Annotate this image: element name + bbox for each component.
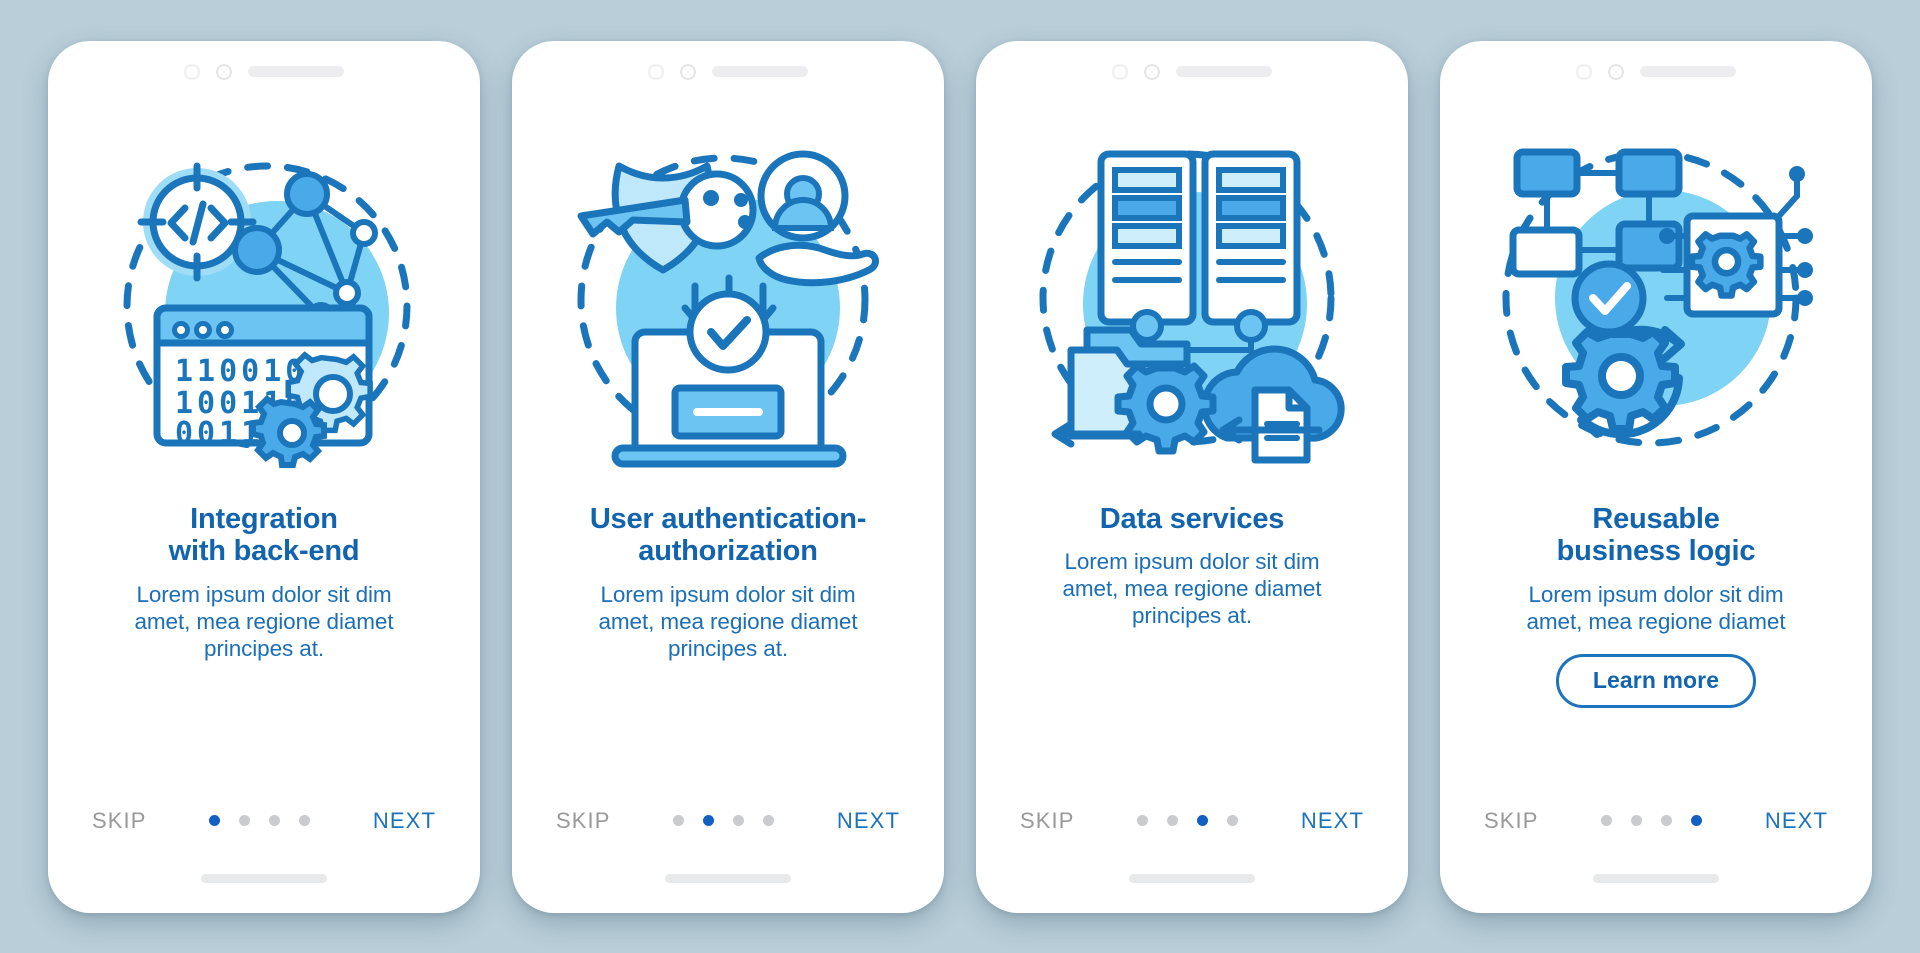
copy-block-authentication: User authentication- authorization Lorem… (512, 503, 944, 663)
camera-dot-icon (1576, 63, 1592, 80)
title-line: authorization (638, 535, 818, 568)
illustration-integration-with-back-end: 110010 100110 00111 (48, 103, 480, 503)
pagination-dot-4[interactable] (1691, 815, 1703, 826)
sensor-dot-icon (216, 63, 232, 80)
pagination-dot-1[interactable] (1137, 815, 1149, 826)
illustration-data-services (976, 103, 1408, 503)
speaker-bar-icon (712, 66, 808, 77)
description-line: amet, mea regione diamet (598, 608, 858, 634)
description-line: Lorem ipsum dolor sit dim (1064, 549, 1320, 575)
onboarding-nav: SKIP NEXT (48, 808, 480, 834)
pagination-dots (209, 815, 311, 826)
pagination-dot-3[interactable] (269, 815, 281, 826)
pagination-dots (1137, 815, 1239, 826)
description-line: amet, mea regione diamet (1062, 576, 1322, 602)
description-line: amet, mea regione diamet (134, 608, 394, 634)
pagination-dot-2[interactable] (703, 815, 715, 826)
phone-screen-authentication: User authentication- authorization Lorem… (512, 40, 944, 913)
pagination-dot-2[interactable] (1167, 815, 1179, 826)
phone-notch (1440, 41, 1872, 103)
next-button[interactable]: NEXT (1301, 808, 1364, 834)
next-button[interactable]: NEXT (837, 808, 900, 834)
skip-button[interactable]: SKIP (1484, 808, 1539, 834)
phone-notch (976, 41, 1408, 103)
pagination-dots (673, 815, 775, 826)
pagination-dot-1[interactable] (673, 815, 685, 826)
page-description: Lorem ipsum dolor sit dim amet, mea regi… (74, 582, 454, 662)
skip-button[interactable]: SKIP (92, 808, 147, 834)
pagination-dot-1[interactable] (209, 815, 221, 826)
pagination-dot-3[interactable] (1661, 815, 1673, 826)
page-description: Lorem ipsum dolor sit dim amet, mea regi… (538, 582, 918, 662)
copy-block-business-logic: Reusable business logic Lorem ipsum dolo… (1440, 503, 1872, 708)
onboarding-nav: SKIP NEXT (512, 808, 944, 834)
description-line: Lorem ipsum dolor sit dim (600, 582, 856, 608)
page-title: Data services (1002, 503, 1382, 536)
onboarding-nav: SKIP NEXT (976, 808, 1408, 834)
onboarding-screens-board: 110010 100110 00111 Integration with bac… (0, 0, 1920, 953)
description-line: principes at. (203, 635, 324, 661)
next-button[interactable]: NEXT (373, 808, 436, 834)
phone-notch (48, 41, 480, 103)
title-line: Reusable (1592, 502, 1720, 535)
camera-dot-icon (1112, 63, 1128, 80)
phone-screen-data-services: Data services Lorem ipsum dolor sit dim … (976, 40, 1408, 913)
page-description: Lorem ipsum dolor sit dim amet, mea regi… (1002, 549, 1382, 629)
skip-button[interactable]: SKIP (556, 808, 611, 834)
description-line: Lorem ipsum dolor sit dim (1528, 582, 1784, 608)
cta-wrapper: Learn more (1466, 653, 1846, 708)
copy-block-data-services: Data services Lorem ipsum dolor sit dim … (976, 503, 1408, 630)
title-line: business logic (1556, 535, 1756, 568)
page-title: Integration with back-end (74, 503, 454, 569)
home-indicator-bar (201, 873, 327, 883)
onboarding-nav: SKIP NEXT (1440, 808, 1872, 834)
speaker-bar-icon (1640, 66, 1736, 77)
description-line: principes at. (1131, 602, 1252, 628)
speaker-bar-icon (1176, 66, 1272, 77)
pagination-dot-4[interactable] (763, 815, 775, 826)
learn-more-button[interactable]: Learn more (1555, 653, 1757, 708)
pagination-dot-2[interactable] (1631, 815, 1643, 826)
page-title: User authentication- authorization (538, 503, 918, 569)
pagination-dot-3[interactable] (733, 815, 745, 826)
camera-dot-icon (184, 63, 200, 80)
pagination-dot-4[interactable] (1227, 815, 1239, 826)
phone-screen-business-logic: Reusable business logic Lorem ipsum dolo… (1440, 40, 1872, 913)
title-line: with back-end (168, 535, 360, 568)
description-line: principes at. (667, 635, 788, 661)
illustration-reusable-business-logic (1440, 103, 1872, 503)
camera-dot-icon (648, 63, 664, 80)
title-line: User authentication- (589, 502, 867, 535)
description-line: amet, mea regione diamet (1526, 608, 1786, 634)
page-title: Reusable business logic (1466, 503, 1846, 569)
skip-button[interactable]: SKIP (1020, 808, 1075, 834)
pagination-dot-3[interactable] (1197, 815, 1209, 826)
title-line: Integration (190, 502, 338, 535)
page-description: Lorem ipsum dolor sit dim amet, mea regi… (1466, 582, 1846, 636)
next-button[interactable]: NEXT (1765, 808, 1828, 834)
phone-notch (512, 41, 944, 103)
home-indicator-bar (1593, 873, 1719, 883)
illustration-user-authentication (512, 103, 944, 503)
pagination-dot-1[interactable] (1601, 815, 1613, 826)
title-line: Data services (1099, 502, 1285, 535)
sensor-dot-icon (1608, 63, 1624, 80)
pagination-dot-2[interactable] (239, 815, 251, 826)
description-line: Lorem ipsum dolor sit dim (136, 582, 392, 608)
pagination-dots (1601, 815, 1703, 826)
phone-screen-integration: 110010 100110 00111 Integration with bac… (48, 40, 480, 913)
home-indicator-bar (1129, 873, 1255, 883)
speaker-bar-icon (248, 66, 344, 77)
home-indicator-bar (665, 873, 791, 883)
sensor-dot-icon (680, 63, 696, 80)
pagination-dot-4[interactable] (299, 815, 311, 826)
copy-block-integration: Integration with back-end Lorem ipsum do… (48, 503, 480, 663)
sensor-dot-icon (1144, 63, 1160, 80)
